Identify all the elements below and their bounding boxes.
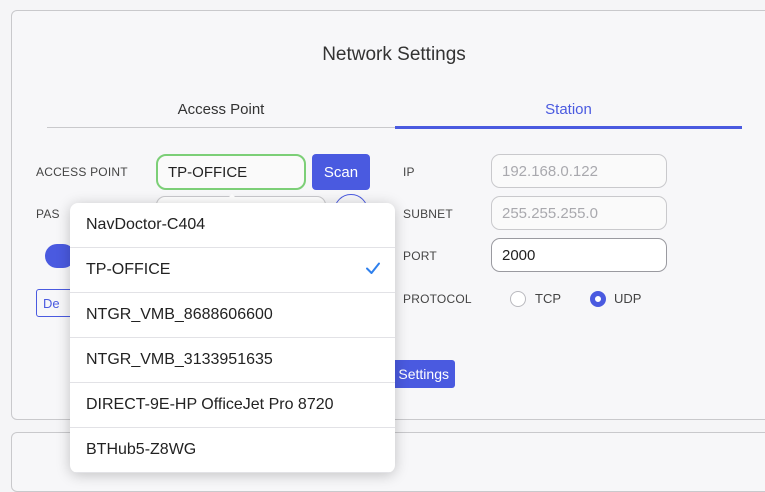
dropdown-item[interactable]: NTGR_VMB_3133951635 <box>70 338 395 383</box>
protocol-udp-label[interactable]: UDP <box>614 291 641 306</box>
tab-access-point[interactable]: Access Point <box>47 101 395 118</box>
dropdown-item[interactable]: BTHub5-Z8WG <box>70 428 395 473</box>
access-point-input[interactable]: TP-OFFICE <box>156 154 306 190</box>
protocol-udp-radio[interactable] <box>590 291 606 307</box>
tab-underline-active <box>395 126 742 129</box>
dropdown-item[interactable]: DIRECT-9E-HP OfficeJet Pro 8720 <box>70 383 395 428</box>
protocol-tcp-label[interactable]: TCP <box>535 291 561 306</box>
tab-underline-inactive <box>47 127 395 128</box>
ip-input[interactable]: 192.168.0.122 <box>491 154 667 188</box>
dropdown-item-selected[interactable]: TP-OFFICE <box>70 248 395 293</box>
access-point-dropdown: NavDoctor-C404 TP-OFFICE NTGR_VMB_868860… <box>70 203 395 473</box>
port-input[interactable]: 2000 <box>491 238 667 272</box>
tab-station[interactable]: Station <box>395 101 742 118</box>
checkmark-icon <box>365 260 381 281</box>
dropdown-item-label: NavDoctor-C404 <box>86 216 206 233</box>
dropdown-item-label: NTGR_VMB_8688606600 <box>86 306 273 323</box>
dropdown-item-label: NTGR_VMB_3133951635 <box>86 351 273 368</box>
subnet-label: SUBNET <box>403 207 453 221</box>
page-title: Network Settings <box>322 44 466 65</box>
dropdown-item-label: TP-OFFICE <box>86 261 171 278</box>
subnet-input[interactable]: 255.255.255.0 <box>491 196 667 230</box>
protocol-label: PROTOCOL <box>403 292 472 306</box>
password-label: PAS <box>36 207 60 221</box>
port-label: PORT <box>403 249 437 263</box>
dropdown-item-label: BTHub5-Z8WG <box>86 441 197 458</box>
ip-label: IP <box>403 165 415 179</box>
dropdown-item[interactable]: NavDoctor-C404 <box>70 203 395 248</box>
scan-button[interactable]: Scan <box>312 154 370 190</box>
access-point-label: ACCESS POINT <box>36 165 128 179</box>
protocol-tcp-radio[interactable] <box>510 291 526 307</box>
dropdown-item[interactable]: NTGR_VMB_8688606600 <box>70 293 395 338</box>
dropdown-item-label: DIRECT-9E-HP OfficeJet Pro 8720 <box>86 396 334 413</box>
